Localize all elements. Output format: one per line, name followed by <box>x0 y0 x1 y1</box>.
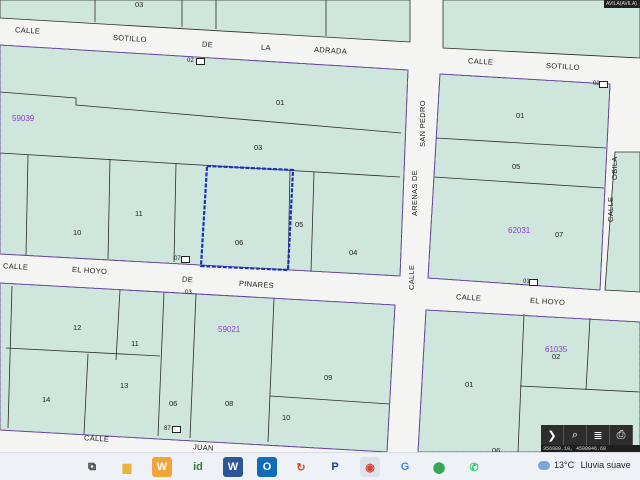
weather-temperature: 13°C <box>554 460 575 470</box>
wps-office-icon[interactable]: W <box>152 457 172 477</box>
print-icon[interactable]: ⎙ <box>610 425 633 445</box>
word-glyph: W <box>227 461 239 473</box>
parcel-number: 14 <box>42 395 51 404</box>
municipality-readout: AVILA(AVILA) <box>604 0 640 8</box>
parcel-number: 13 <box>120 381 129 390</box>
chrome-glyph: ◉ <box>365 461 375 474</box>
map-canvas[interactable] <box>0 0 640 452</box>
street-label: CALLE <box>14 25 41 36</box>
whatsapp-icon[interactable]: ✆ <box>464 457 484 477</box>
street-label: CALLE <box>606 196 615 222</box>
parcel-number: 04 <box>349 248 358 257</box>
weather-widget[interactable]: 13°C Lluvia suave <box>538 460 631 471</box>
street-label: CALLE <box>455 292 482 303</box>
street-label: ARENAS DE <box>410 169 419 216</box>
parcel-number: 03 <box>135 0 144 9</box>
parcel-number: 05 <box>512 162 521 171</box>
task-view-glyph: ⧉ <box>88 460 96 473</box>
portal-number: 02 <box>593 81 600 87</box>
screen: CALLE SOTILLO DE LA ADRADA CALLE SOTILLO… <box>0 0 640 480</box>
parcel-number: 09 <box>324 373 333 382</box>
street-label: DE <box>201 39 214 50</box>
search-icon[interactable]: ⌕ <box>564 425 587 445</box>
parcel-number: 01 <box>465 380 474 389</box>
next-arrow-icon[interactable]: ❯ <box>541 425 564 445</box>
parcel-number: 10 <box>73 228 82 237</box>
cadastral-map[interactable]: CALLE SOTILLO DE LA ADRADA CALLE SOTILLO… <box>0 0 640 455</box>
id-app-icon[interactable]: id <box>188 457 208 477</box>
portal-number: 07 <box>174 256 181 262</box>
block-id-label: 62031 <box>508 226 531 235</box>
map-toolbar: ❯ ⌕ ≣ ⎙ <box>541 425 633 445</box>
parcel-number: 02 <box>552 352 561 361</box>
outlook-icon[interactable]: O <box>257 457 277 477</box>
p-app-icon[interactable]: P <box>325 457 345 477</box>
portal-number: 03 <box>185 290 192 296</box>
google-icon[interactable]: G <box>395 457 415 477</box>
google-glyph: G <box>400 461 410 473</box>
wps-office-glyph: W <box>156 461 168 473</box>
block-id-label: 59039 <box>12 114 35 123</box>
task-view-icon[interactable]: ⧉ <box>82 457 102 477</box>
portal-marker <box>599 81 608 88</box>
block-59021 <box>0 282 396 452</box>
parcel-number: 01 <box>516 111 525 120</box>
selected-parcel-number: 06 <box>235 238 244 247</box>
parcel-number: 01 <box>276 98 285 107</box>
file-explorer-glyph: ▆ <box>122 461 132 474</box>
portal-number: 87 <box>164 426 171 432</box>
parcel-top-right <box>442 0 640 59</box>
parcel-number: 07 <box>555 230 564 239</box>
weather-description: Lluvia suave <box>580 460 631 470</box>
street-label: CALLE <box>2 261 29 272</box>
windows-taskbar: ⧉ ▆ W id W O ↻ P ◉ G ⬤ ✆ 13°C Lluvia sua… <box>0 452 640 480</box>
block-62031 <box>427 73 611 291</box>
parcel-number: 08 <box>225 399 234 408</box>
street-label: ADRADA <box>313 44 348 57</box>
street-label: DE <box>181 274 194 285</box>
block-59039 <box>0 44 409 277</box>
file-explorer-icon[interactable]: ▆ <box>117 457 137 477</box>
parcel-number: 10 <box>282 413 291 422</box>
layers-icon[interactable]: ≣ <box>587 425 610 445</box>
parcel-number: 12 <box>73 323 82 332</box>
refresh-app-icon[interactable]: ↻ <box>291 457 311 477</box>
portal-number: 02 <box>187 58 194 64</box>
chrome-icon[interactable]: ◉ <box>360 457 380 477</box>
refresh-app-glyph: ↻ <box>296 461 306 474</box>
block-id-label: 59021 <box>218 325 241 334</box>
parcel-number: 06 <box>169 399 178 408</box>
street-label: CALLE <box>467 56 494 67</box>
portal-number: 01 <box>523 279 530 285</box>
id-app-glyph: id <box>193 461 203 473</box>
word-icon[interactable]: W <box>223 457 243 477</box>
street-label: CALLE <box>83 433 110 444</box>
street-label: SAN PEDRO <box>418 100 427 147</box>
maps-icon[interactable]: ⬤ <box>429 457 449 477</box>
portal-marker <box>181 256 190 263</box>
parcel-number: 05 <box>295 220 304 229</box>
outlook-glyph: O <box>262 461 272 473</box>
parcel-number: 03 <box>254 143 263 152</box>
parcel-number: 11 <box>131 339 139 348</box>
p-app-glyph: P <box>331 461 339 473</box>
maps-glyph: ⬤ <box>432 461 446 474</box>
portal-marker <box>196 58 205 65</box>
whatsapp-glyph: ✆ <box>469 461 479 474</box>
portal-marker <box>529 279 538 286</box>
street-label: LA <box>260 42 272 53</box>
portal-marker <box>172 426 181 433</box>
parcel-number: 11 <box>135 209 143 218</box>
street-label: OBILA <box>610 156 619 180</box>
parcel-top-left <box>0 0 411 43</box>
weather-cloud-icon <box>538 461 550 471</box>
street-label: CALLE <box>407 264 416 290</box>
